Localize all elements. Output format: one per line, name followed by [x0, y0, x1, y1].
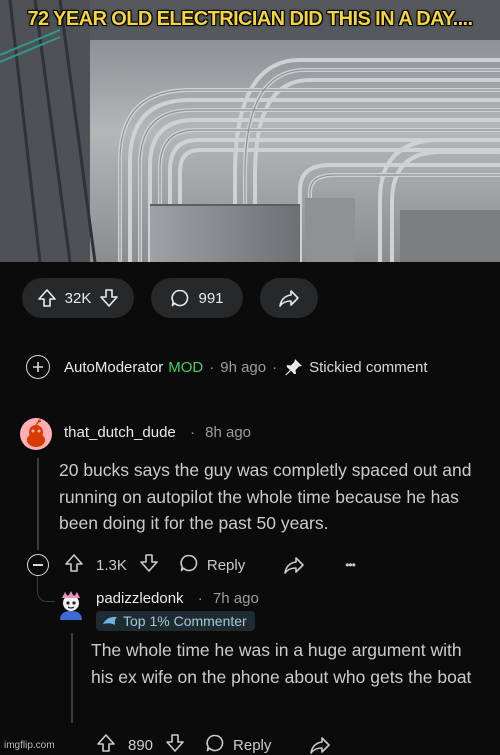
reply-vote-group: 890: [96, 733, 185, 755]
comment-header: that_dutch_dude · 8h ago: [64, 424, 251, 441]
imgflip-watermark: imgflip.com: [4, 740, 55, 751]
thread-line[interactable]: [71, 633, 73, 723]
reply-button[interactable]: Reply: [205, 733, 271, 755]
arrow-up-icon[interactable]: [96, 733, 116, 755]
post-image[interactable]: 72 YEAR OLD ELECTRICIAN DID THIS IN A DA…: [0, 0, 500, 262]
user-flair: Top 1% Commenter: [96, 611, 255, 631]
comment-time: 8h ago: [205, 424, 252, 441]
automod-comment-collapsed[interactable]: AutoModerator MOD · 9h ago · Stickied co…: [26, 354, 428, 380]
reply-button[interactable]: Reply: [179, 553, 245, 577]
share-button[interactable]: [260, 278, 318, 318]
reply-time: 7h ago: [212, 590, 259, 607]
comment-vote-group: 1.3K: [64, 553, 159, 577]
avatar[interactable]: [20, 418, 52, 450]
snoo-avatar-icon: [27, 419, 45, 447]
separator-dot: ·: [209, 358, 215, 376]
automod-username[interactable]: AutoModerator: [64, 359, 163, 376]
conduit-photo: [0, 0, 500, 262]
comment-body: 20 bucks says the guy was completly spac…: [59, 460, 472, 533]
stickied-label: Stickied comment: [309, 358, 428, 376]
comments-button[interactable]: 991: [151, 278, 243, 318]
arrow-up-icon[interactable]: [37, 288, 57, 308]
arrow-up-icon[interactable]: [64, 553, 84, 577]
post-vote-count: 32K: [64, 289, 92, 307]
collapse-thread-button[interactable]: [27, 554, 49, 576]
pin-icon: [283, 358, 303, 376]
flair-label: Top 1% Commenter: [123, 613, 247, 629]
separator-dot: ·: [272, 358, 278, 376]
speech-bubble-icon: [179, 553, 199, 577]
snoo-avatar-icon: [60, 591, 82, 620]
reply-vote-count: 890: [128, 736, 154, 754]
thread-line[interactable]: [37, 458, 39, 550]
avatar[interactable]: [56, 589, 86, 621]
reply-actions: 890 Reply: [96, 733, 331, 755]
automod-time: 9h ago: [220, 358, 267, 376]
comment-vote-count: 1.3K: [96, 556, 127, 574]
share-arrow-icon[interactable]: [309, 735, 331, 755]
reply-username[interactable]: padizzledonk: [96, 590, 184, 607]
separator-dot: ·: [189, 424, 195, 441]
reply-body: The whole time he was in a huge argument…: [91, 640, 472, 687]
speech-bubble-icon: [170, 288, 190, 308]
top-commenter-icon: [102, 615, 118, 627]
plus-circle-icon[interactable]: [26, 355, 50, 379]
comment-actions: 1.3K Reply •••: [64, 553, 356, 577]
comment-count: 991: [198, 289, 224, 307]
more-options-icon[interactable]: •••: [345, 558, 356, 572]
arrow-down-icon[interactable]: [139, 553, 159, 577]
share-arrow-icon[interactable]: [283, 555, 305, 575]
reply-label: Reply: [233, 736, 272, 754]
mod-badge: MOD: [168, 358, 204, 376]
speech-bubble-icon: [205, 733, 225, 755]
arrow-down-icon[interactable]: [165, 733, 185, 755]
thread-connector: [37, 576, 55, 602]
reply-label: Reply: [206, 556, 246, 574]
arrow-down-icon[interactable]: [99, 288, 119, 308]
reply-header: padizzledonk · 7h ago: [96, 590, 259, 607]
comment-username[interactable]: that_dutch_dude: [64, 424, 176, 441]
meme-caption: 72 YEAR OLD ELECTRICIAN DID THIS IN A DA…: [27, 8, 474, 30]
post-vote-group: 32K: [22, 278, 134, 318]
share-arrow-icon: [278, 288, 300, 308]
separator-dot: ·: [197, 590, 203, 607]
